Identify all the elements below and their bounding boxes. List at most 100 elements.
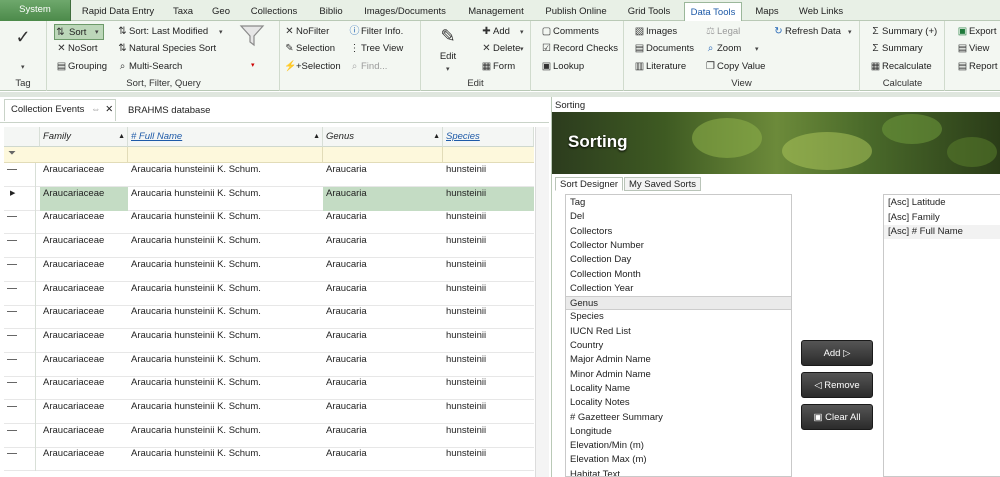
legal-button[interactable]: ⚖ Legal (705, 24, 740, 40)
row-indicator[interactable] (4, 281, 36, 306)
row-indicator[interactable] (4, 447, 36, 472)
edit-dropdown-icon[interactable]: ▾ (446, 65, 450, 73)
row-indicator[interactable] (4, 210, 36, 235)
row-indicator[interactable] (4, 257, 36, 282)
row-indicator[interactable] (4, 400, 36, 424)
sort-order-item[interactable]: [Asc] # Full Name (884, 225, 1000, 239)
field-list-item[interactable]: Collectors (570, 225, 612, 239)
refresh-data-button[interactable]: ↻ Refresh Data (773, 24, 841, 40)
cell-genus[interactable]: Araucaria (323, 305, 443, 329)
sort-order-item[interactable]: [Asc] Family (888, 211, 940, 225)
cell-family[interactable]: Araucariaceae (40, 447, 128, 471)
cell-species[interactable]: hunsteinii (443, 163, 534, 187)
documents-button[interactable]: ▤ Documents (634, 41, 694, 57)
field-list-item[interactable]: Collection Day (570, 253, 631, 267)
add-sort-field-button[interactable]: Add ▷ (801, 340, 873, 366)
table-row[interactable]: Araucariaceae Araucaria hunsteinii K. Sch… (4, 305, 534, 330)
zoom-button[interactable]: ⌕ Zoom (705, 41, 742, 57)
delete-button[interactable]: ✕ Delete (481, 41, 520, 57)
column-header-family[interactable]: Family ▲ (40, 127, 128, 147)
edit-button[interactable]: Edit (431, 51, 465, 62)
filter-dropdown-icon[interactable]: ▾ (251, 61, 255, 69)
delete-dropdown-icon[interactable]: ▾ (520, 45, 524, 53)
table-row[interactable]: Araucariaceae Araucaria hunsteinii K. Sch… (4, 210, 534, 235)
add-dropdown-icon[interactable]: ▾ (520, 28, 524, 36)
cell-genus[interactable]: Araucaria (323, 353, 443, 377)
images-button[interactable]: ▧ Images (634, 24, 677, 40)
zoom-dropdown-icon[interactable]: ▾ (755, 45, 759, 53)
tab-rapid-data-entry[interactable]: Rapid Data Entry (78, 2, 158, 21)
row-indicator[interactable] (4, 234, 36, 259)
tag-check-icon[interactable]: ✓ (12, 27, 34, 48)
table-row[interactable]: Araucariaceae Araucaria hunsteinii K. Sch… (4, 423, 534, 448)
cell-species[interactable]: hunsteinii (443, 447, 534, 471)
grouping-button[interactable]: ▤ Grouping (56, 59, 107, 75)
cell-family[interactable]: Araucariaceae (40, 186, 128, 211)
remove-sort-field-button[interactable]: ◁ Remove (801, 372, 873, 398)
column-header-genus[interactable]: Genus ▲ (323, 127, 443, 147)
cell-full-name[interactable]: Araucaria hunsteinii K. Schum. (128, 376, 323, 400)
available-fields-list[interactable]: Tag Del Collectors Collector Number Collecti… (565, 194, 792, 477)
tab-biblio[interactable]: Biblio (312, 2, 350, 21)
field-list-item[interactable]: Locality Name (570, 382, 630, 396)
cell-species[interactable]: hunsteinii (443, 258, 534, 282)
tab-management[interactable]: Management (461, 2, 531, 21)
row-indicator[interactable] (4, 423, 36, 448)
row-indicator[interactable] (4, 352, 36, 377)
cell-genus[interactable]: Araucaria (323, 282, 443, 306)
sort-order-list[interactable]: [Asc] Latitude [Asc] Family [Asc] # Full N… (883, 194, 1000, 477)
field-list-item[interactable]: Species (570, 310, 604, 324)
table-row[interactable]: ▶ Araucariaceae Araucaria hunsteinii K. Sc… (4, 186, 534, 211)
field-list-item[interactable]: Genus (566, 296, 791, 311)
field-list-item[interactable]: # Gazetteer Summary (570, 411, 663, 425)
row-indicator[interactable]: ▶ (4, 186, 36, 211)
record-checks-button[interactable]: ☑ Record Checks (541, 41, 618, 57)
tab-data-tools[interactable]: Data Tools (684, 2, 742, 21)
cell-full-name[interactable]: Araucaria hunsteinii K. Schum. (128, 400, 323, 424)
filter-info-button[interactable]: ⓘ Filter Info. (349, 24, 404, 40)
row-indicator[interactable] (4, 328, 36, 353)
cell-full-name[interactable]: Araucaria hunsteinii K. Schum. (128, 210, 323, 234)
cell-full-name[interactable]: Araucaria hunsteinii K. Schum. (128, 353, 323, 377)
row-indicator[interactable] (4, 305, 36, 330)
tab-geo[interactable]: Geo (207, 2, 235, 21)
table-row[interactable]: Araucariaceae Araucaria hunsteinii K. Sch… (4, 257, 534, 282)
cell-family[interactable]: Araucariaceae (40, 400, 128, 424)
add-button[interactable]: ✚ Add (481, 24, 510, 40)
lookup-button[interactable]: ▣ Lookup (541, 59, 584, 75)
cell-family[interactable]: Araucariaceae (40, 376, 128, 400)
multi-search-button[interactable]: ⌕ Multi-Search (117, 59, 183, 75)
cell-genus[interactable]: Araucaria (323, 424, 443, 448)
field-list-item[interactable]: Collection Year (570, 282, 633, 296)
filter-cell-genus[interactable] (323, 147, 443, 162)
field-list-item[interactable]: Habitat Text (570, 468, 620, 476)
table-row[interactable]: Araucariaceae Araucaria hunsteinii K. Sch… (4, 376, 534, 401)
table-row[interactable]: Araucariaceae Araucaria hunsteinii K. Sch… (4, 163, 534, 187)
tab-brahms-database[interactable]: BRAHMS database (128, 105, 210, 116)
form-button[interactable]: ▦ Form (481, 59, 515, 75)
field-list-item[interactable]: Major Admin Name (570, 353, 651, 367)
cell-full-name[interactable]: Araucaria hunsteinii K. Schum. (128, 424, 323, 448)
summary-plus-button[interactable]: Σ Summary (+) (870, 24, 937, 40)
tab-publish-online[interactable]: Publish Online (538, 2, 614, 21)
find-button[interactable]: ⌕ Find... (349, 59, 388, 75)
refresh-dropdown-icon[interactable]: ▾ (848, 28, 852, 36)
tab-collections[interactable]: Collections (243, 2, 305, 21)
cell-full-name[interactable]: Araucaria hunsteinii K. Schum. (128, 305, 323, 329)
tag-dropdown-icon[interactable]: ▾ (21, 63, 25, 71)
literature-button[interactable]: ▥ Literature (634, 59, 686, 75)
tab-maps[interactable]: Maps (750, 2, 784, 21)
cell-family[interactable]: Araucariaceae (40, 329, 128, 353)
cell-genus[interactable]: Araucaria (323, 186, 443, 211)
field-list-item[interactable]: Longitude (570, 425, 612, 439)
cell-full-name[interactable]: Araucaria hunsteinii K. Schum. (128, 447, 323, 471)
cell-species[interactable]: hunsteinii (443, 376, 534, 400)
table-row[interactable]: Araucariaceae Araucaria hunsteinii K. Sch… (4, 400, 534, 424)
cell-family[interactable]: Araucariaceae (40, 424, 128, 448)
field-list-item[interactable]: Collector Number (570, 239, 644, 253)
comments-button[interactable]: ▢ Comments (541, 24, 599, 40)
cell-family[interactable]: Araucariaceae (40, 353, 128, 377)
pin-icon[interactable]: ⇔ (91, 104, 101, 115)
row-indicator[interactable] (4, 376, 36, 401)
tab-taxa[interactable]: Taxa (166, 2, 200, 21)
